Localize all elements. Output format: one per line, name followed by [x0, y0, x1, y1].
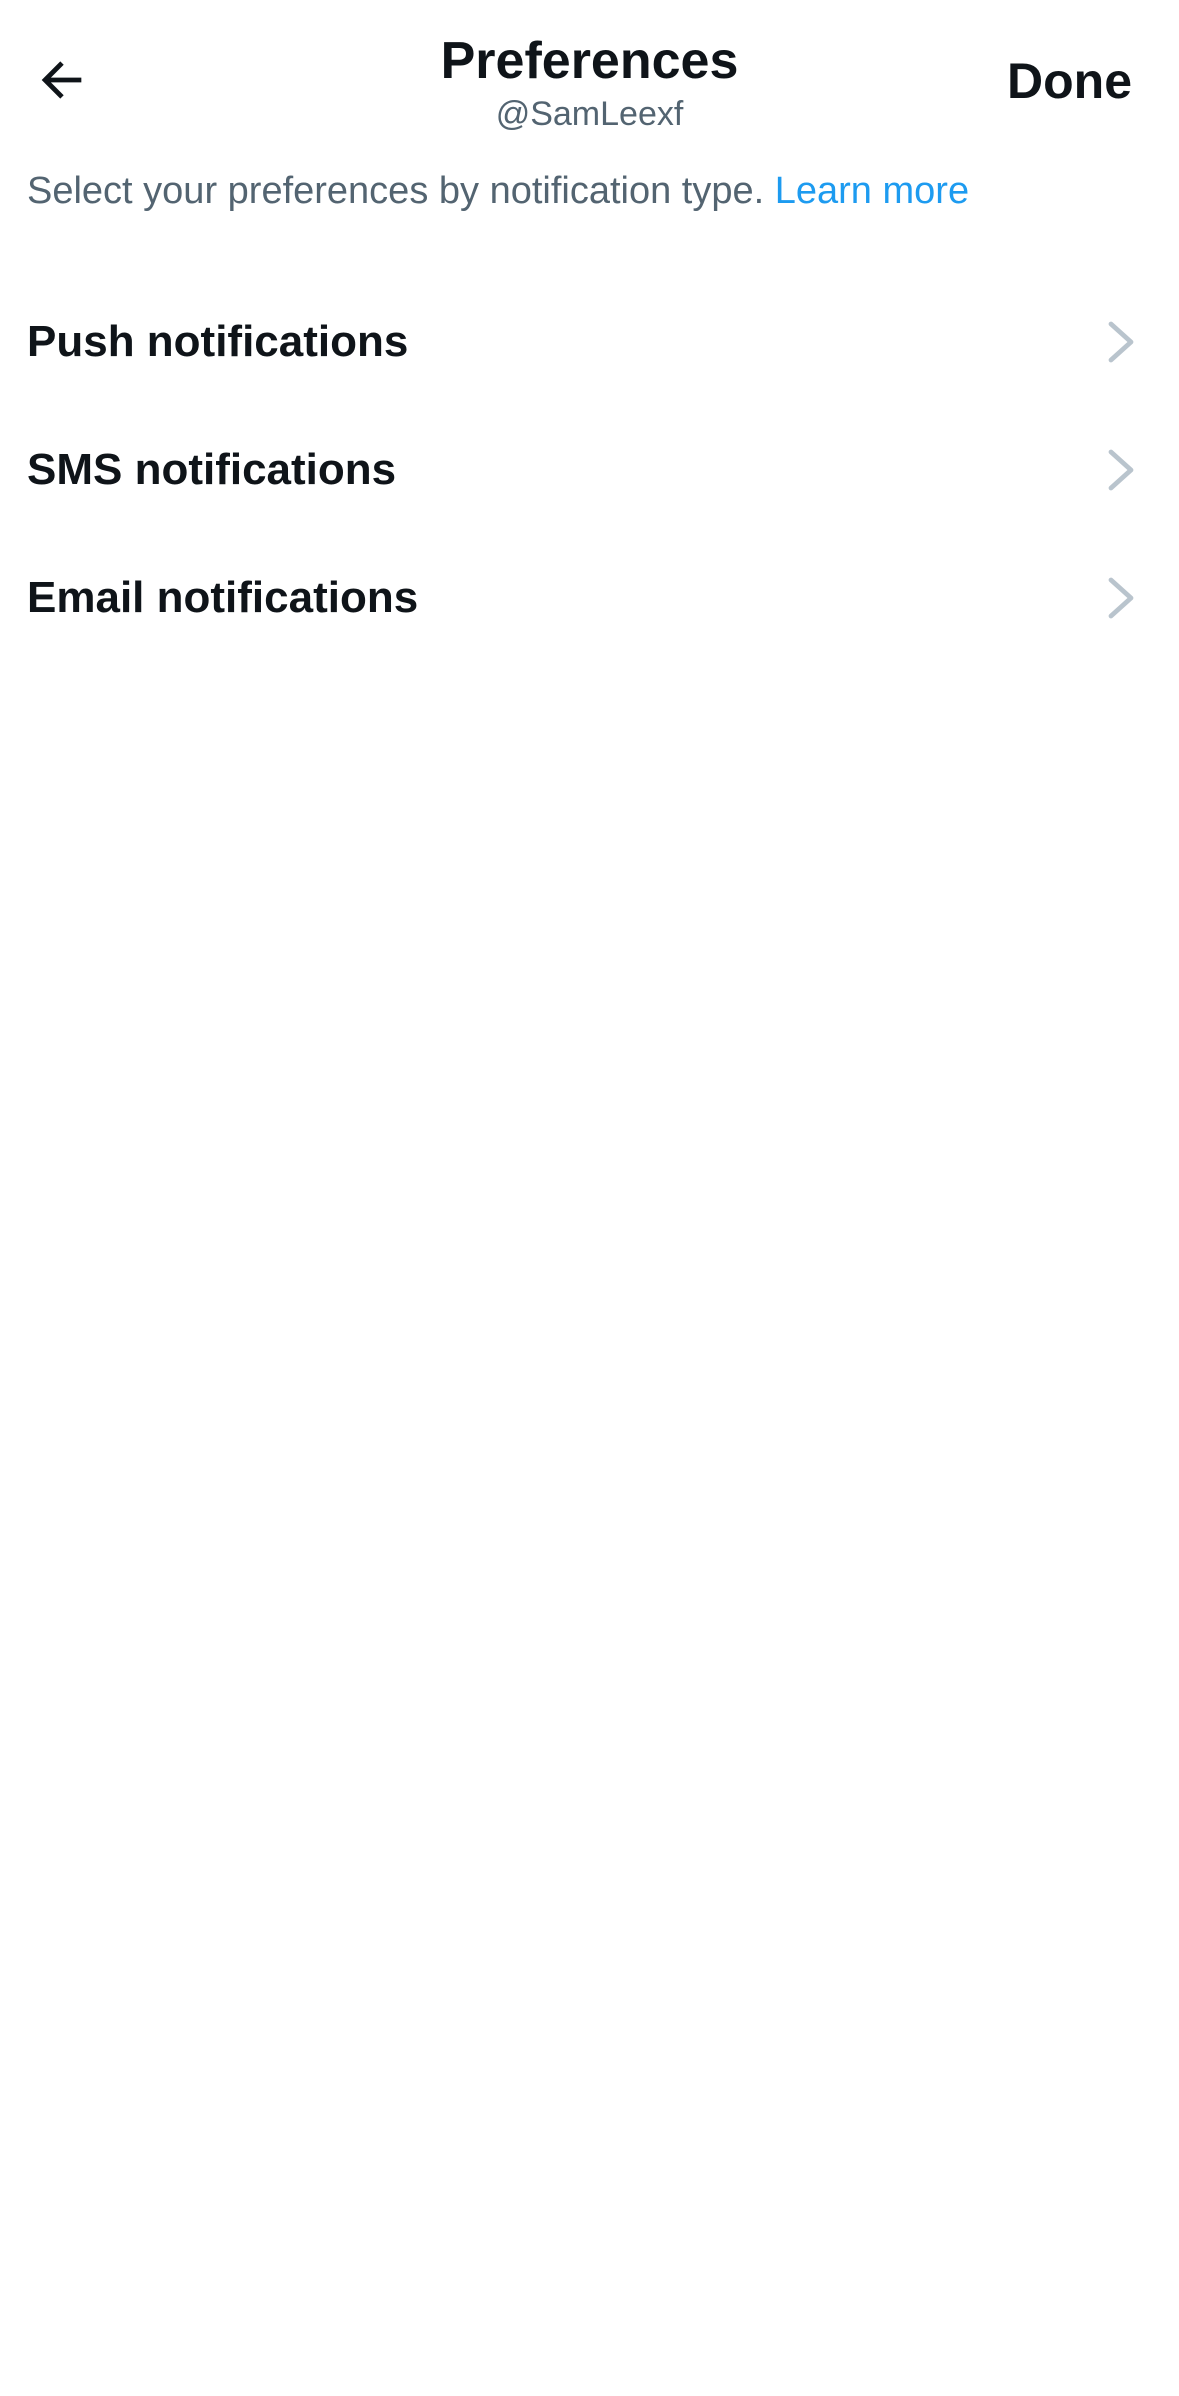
chevron-right-icon — [1101, 318, 1141, 366]
preferences-screen: Preferences @SamLeexf Done Select your p… — [0, 0, 1179, 2396]
sms-notifications-item[interactable]: SMS notifications — [0, 406, 1179, 534]
back-button[interactable] — [20, 38, 104, 122]
list-item-label: Email notifications — [27, 573, 419, 622]
arrow-left-icon — [41, 61, 82, 99]
header: Preferences @SamLeexf Done — [0, 0, 1179, 150]
chevron-right-icon — [1101, 446, 1141, 494]
email-notifications-item[interactable]: Email notifications — [0, 534, 1179, 662]
page-title: Preferences — [440, 32, 739, 90]
done-button[interactable]: Done — [1007, 50, 1132, 112]
list-item-label: Push notifications — [27, 317, 409, 366]
chevron-right-icon — [1101, 574, 1141, 622]
description-body: Select your preferences by notification … — [27, 170, 775, 212]
account-handle: @SamLeexf — [495, 95, 684, 133]
notification-type-list: Push notifications SMS notifications Ema… — [0, 278, 1179, 662]
description-text: Select your preferences by notification … — [27, 164, 1147, 218]
title-block: Preferences @SamLeexf — [441, 28, 739, 134]
list-item-label: SMS notifications — [27, 445, 397, 494]
push-notifications-item[interactable]: Push notifications — [0, 278, 1179, 406]
learn-more-link[interactable]: Learn more — [775, 170, 969, 212]
